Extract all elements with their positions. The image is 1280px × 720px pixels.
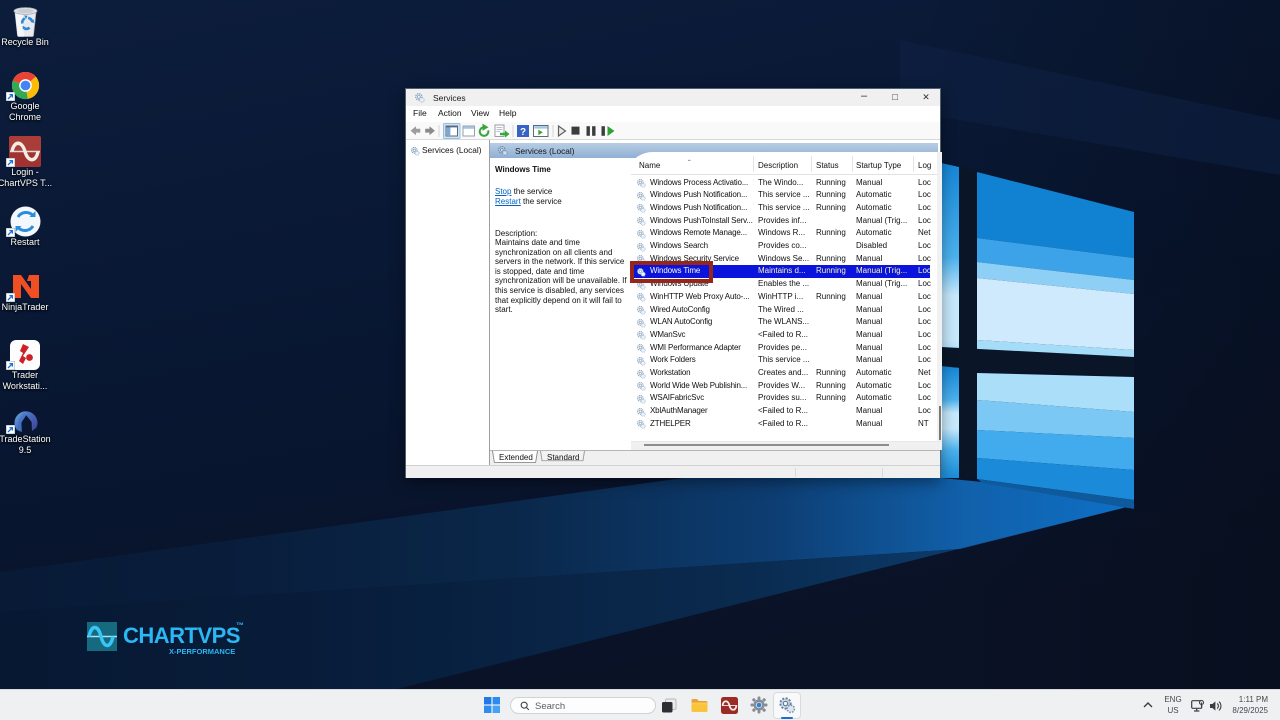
svg-text:?: ? [520, 127, 526, 138]
